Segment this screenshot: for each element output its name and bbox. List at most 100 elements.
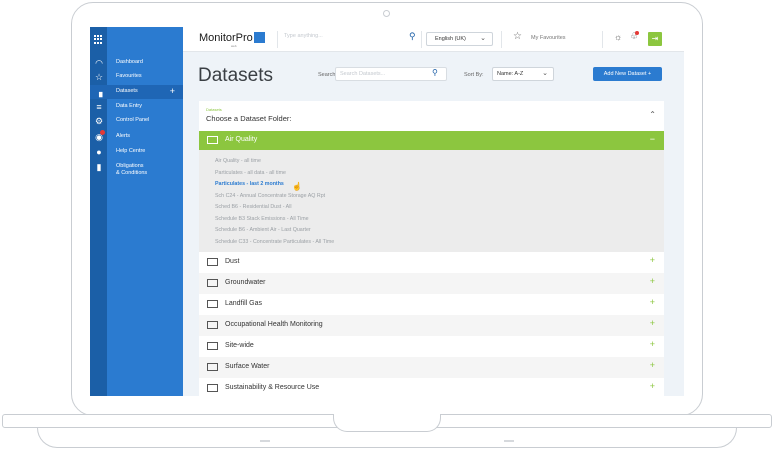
chat-icon: ●	[96, 147, 102, 157]
global-search-input[interactable]: Type anything...	[284, 33, 334, 39]
chevron-up-icon[interactable]: ⌃	[649, 110, 656, 119]
folder-name: Surface Water	[225, 363, 270, 370]
sidebar-item-label: Favourites	[116, 73, 142, 79]
collapse-icon[interactable]: −	[650, 134, 655, 144]
sort-value: Name: A-Z	[497, 71, 524, 77]
dataset-item[interactable]: Schedule C33 - Concentrate Particulates …	[215, 239, 334, 245]
divider	[421, 31, 422, 48]
folder-icon	[207, 136, 218, 144]
expand-icon[interactable]: +	[650, 360, 655, 370]
my-favourites-link[interactable]: My Favourites	[531, 35, 566, 41]
folder-icon	[207, 279, 218, 287]
logout-button[interactable]: ⇥	[648, 32, 662, 46]
folder-icon	[207, 258, 218, 266]
sidebar-item-label: Data Entry	[116, 103, 142, 109]
gears-icon: ⚙	[94, 116, 104, 126]
camera-icon	[383, 10, 390, 17]
speedometer-icon: ◠	[95, 58, 103, 68]
sidebar-item-alerts[interactable]: ◉ Alerts	[90, 130, 183, 144]
sidebar-item-label: Help Centre	[116, 148, 146, 154]
folder-name: Site-wide	[225, 342, 254, 349]
chooser-title: Choose a Dataset Folder:	[206, 114, 292, 123]
sidebar-item-control-panel[interactable]: ⚙ Control Panel	[90, 114, 183, 128]
folder-row-site-wide[interactable]: Site-wide +	[199, 336, 664, 357]
folder-icon	[207, 384, 218, 392]
folder-row-occupational-health[interactable]: Occupational Health Monitoring +	[199, 315, 664, 336]
expand-icon[interactable]: +	[650, 339, 655, 349]
laptop-mockup: ◠ Dashboard ☆ Favourites ▗ Datasets + ≡ …	[0, 0, 774, 462]
search-icon[interactable]: ⚲	[432, 68, 438, 77]
sidebar-item-dashboard[interactable]: ◠ Dashboard	[90, 56, 183, 70]
brightness-icon[interactable]: ☼	[614, 32, 622, 42]
folder-name: Air Quality	[225, 136, 258, 143]
dataset-item[interactable]: Schedule B3 Stack Emissions - All Time	[215, 216, 309, 222]
divider	[501, 31, 502, 48]
dataset-list: Air Quality - all time Particulates - al…	[199, 150, 664, 252]
sort-label: Sort By:	[464, 72, 484, 78]
sidebar-item-data-entry[interactable]: ≡ Data Entry	[90, 100, 183, 114]
chart-icon: ▗	[95, 87, 103, 97]
folder-name: Occupational Health Monitoring	[225, 321, 323, 328]
folder-row-surface-water[interactable]: Surface Water +	[199, 357, 664, 378]
divider	[602, 31, 603, 48]
app-screen: ◠ Dashboard ☆ Favourites ▗ Datasets + ≡ …	[90, 27, 684, 396]
laptop-notch	[333, 414, 441, 432]
app-logo: MonitorPro	[199, 32, 265, 44]
sidebar-item-label: Alerts	[116, 133, 131, 139]
sidebar: ◠ Dashboard ☆ Favourites ▗ Datasets + ≡ …	[90, 27, 183, 396]
folder-name: Landfill Gas	[225, 300, 262, 307]
sort-select[interactable]: Name: A-Z ⌄	[492, 67, 554, 81]
notification-dot	[635, 31, 639, 35]
language-value: English (UK)	[435, 36, 466, 42]
dataset-item[interactable]: Particulates - all data - all time	[215, 170, 286, 176]
dataset-item[interactable]: Sched B6 - Residential Dust - All	[215, 204, 292, 210]
sidebar-item-favourites[interactable]: ☆ Favourites	[90, 70, 183, 84]
folder-name: Groundwater	[225, 279, 266, 286]
expand-icon[interactable]: +	[650, 276, 655, 286]
sidebar-item-label: Control Panel	[116, 117, 150, 123]
divider	[277, 31, 278, 48]
folder-row-dust[interactable]: Dust +	[199, 252, 664, 273]
sidebar-item-label: Dashboard	[116, 59, 143, 65]
alert-badge	[100, 130, 105, 135]
star-icon: ☆	[94, 72, 104, 82]
expand-icon[interactable]: +	[170, 86, 175, 96]
expand-icon[interactable]: +	[650, 381, 655, 391]
dataset-item[interactable]: Sch C24 - Annual Concentrate Storage AQ …	[215, 193, 325, 199]
sidebar-item-datasets[interactable]: ▗ Datasets +	[90, 85, 183, 99]
book-icon: ▮	[96, 162, 102, 172]
folder-row-air-quality[interactable]: Air Quality −	[199, 131, 664, 150]
foot-dot	[504, 440, 514, 442]
folder-name: Dust	[225, 258, 240, 265]
folder-icon	[207, 321, 218, 329]
logo-text: MonitorPro	[199, 32, 253, 44]
folder-icon	[207, 363, 218, 371]
expand-icon[interactable]: +	[650, 255, 655, 265]
folder-icon	[207, 342, 218, 350]
folder-row-landfill-gas[interactable]: Landfill Gas +	[199, 294, 664, 315]
folder-row-sustainability[interactable]: Sustainability & Resource Use +	[199, 378, 664, 396]
dataset-item[interactable]: Air Quality - all time	[215, 158, 261, 164]
dataset-folder-panel: Datasets Choose a Dataset Folder: ⌃ Air …	[199, 101, 664, 396]
sidebar-item-label: Obligations	[116, 163, 144, 169]
expand-icon[interactable]: +	[650, 297, 655, 307]
add-new-dataset-button[interactable]: Add New Dataset +	[593, 67, 662, 81]
dataset-item-selected[interactable]: Particulates - last 2 months	[215, 181, 284, 187]
sidebar-item-help-centre[interactable]: ● Help Centre	[90, 145, 183, 159]
page-title: Datasets	[198, 65, 273, 86]
search-icon[interactable]: ⚲	[409, 31, 416, 42]
chevron-down-icon: ⌄	[480, 35, 486, 42]
logo-mark-icon	[253, 32, 265, 43]
top-bar: MonitorPro web Type anything... ⚲ Englis…	[183, 27, 684, 52]
star-outline-icon[interactable]: ☆	[513, 31, 522, 42]
dataset-item[interactable]: Schedule B6 - Ambient Air - Last Quarter	[215, 227, 311, 233]
folder-row-groundwater[interactable]: Groundwater +	[199, 273, 664, 294]
dataset-search-input[interactable]: Search Datasets...	[335, 67, 447, 81]
language-select[interactable]: English (UK) ⌄	[426, 32, 493, 46]
app-grid-icon[interactable]	[94, 35, 103, 44]
pointer-cursor-icon: ☝	[292, 182, 302, 191]
expand-icon[interactable]: +	[650, 318, 655, 328]
sidebar-item-label: & Conditions	[116, 170, 148, 176]
sidebar-item-obligations[interactable]: ▮ Obligations & Conditions	[90, 160, 183, 180]
list-icon: ≡	[96, 102, 102, 112]
